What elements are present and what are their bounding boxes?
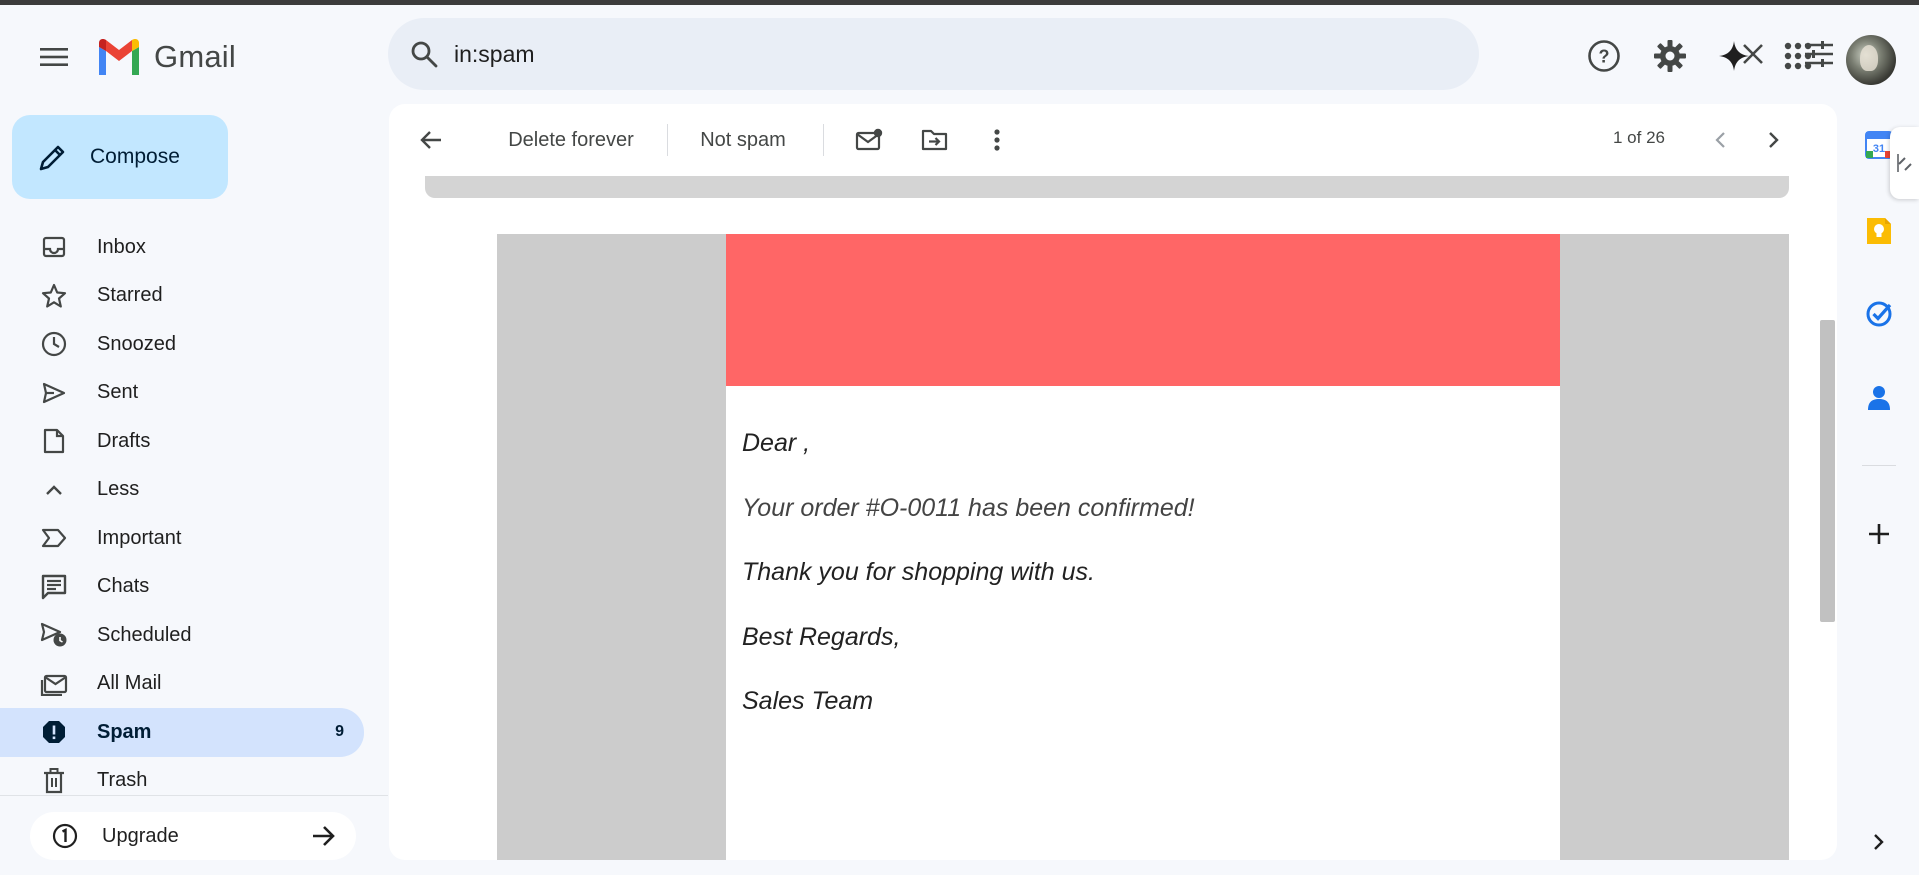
upgrade-label: Upgrade [102, 824, 179, 847]
sidebar-item-snoozed[interactable]: Snoozed [0, 320, 364, 369]
trash-icon [40, 767, 68, 795]
message-toolbar: Delete forever Not spam 1 of 26 [389, 104, 1837, 176]
upgrade-button[interactable]: Upgrade [30, 812, 356, 860]
help-icon[interactable]: ? [1584, 36, 1624, 76]
add-addon-plus-icon[interactable] [1862, 517, 1896, 551]
expand-panel-icon [1896, 154, 1912, 172]
not-spam-button[interactable]: Not spam [690, 120, 796, 160]
account-avatar[interactable] [1846, 35, 1896, 85]
sidebar-item-important[interactable]: Important [0, 514, 364, 563]
sidebar-item-inbox[interactable]: Inbox [0, 223, 364, 272]
sidebar-item-label: Scheduled [97, 623, 192, 646]
spam-icon [40, 718, 68, 746]
inbox-icon [40, 233, 68, 261]
sidebar-item-label: Trash [97, 769, 148, 792]
show-side-panel-chevron-icon[interactable] [1862, 825, 1896, 859]
toolbar-separator [667, 124, 668, 156]
send-icon [40, 379, 68, 407]
delete-forever-button[interactable]: Delete forever [497, 120, 645, 160]
sidebar-divider [0, 795, 388, 796]
pencil-icon [39, 145, 65, 171]
collapsed-header-bar [425, 176, 1789, 198]
clock-icon [40, 330, 68, 358]
apps-grid-icon[interactable] [1778, 36, 1818, 76]
sidebar-item-label: Important [97, 526, 182, 549]
compose-button[interactable]: Compose [12, 115, 228, 199]
sidebar-item-trash[interactable]: Trash [0, 757, 364, 806]
tasks-icon[interactable] [1862, 297, 1896, 331]
pagination-count: 1 of 26 [1613, 128, 1665, 147]
email-content-frame: Dear , Your order #O-0011 has been confi… [497, 234, 1789, 860]
not-spam-label: Not spam [700, 128, 786, 151]
side-panel-toggle[interactable] [1890, 127, 1919, 199]
gmail-logo[interactable]: Gmail [96, 33, 236, 81]
email-signoff: Best Regards, [742, 622, 901, 651]
spam-count-badge: 9 [335, 723, 344, 741]
all-mail-icon [40, 670, 68, 698]
settings-gear-icon[interactable] [1650, 36, 1690, 76]
search-bar[interactable] [388, 18, 1833, 90]
sidebar-item-label: Drafts [97, 429, 151, 452]
sidebar-item-label: Sent [97, 381, 139, 404]
more-options-icon[interactable] [977, 120, 1017, 160]
older-chevron-right-icon[interactable] [1757, 120, 1791, 160]
email-card: Dear , Your order #O-0011 has been confi… [726, 234, 1560, 860]
sidebar-item-label: Starred [97, 284, 163, 307]
scheduled-icon [40, 621, 68, 649]
sidebar-item-starred[interactable]: Starred [0, 272, 364, 321]
move-to-icon[interactable] [915, 120, 955, 160]
star-icon [40, 282, 68, 310]
search-input[interactable] [454, 36, 1314, 72]
sidebar-item-scheduled[interactable]: Scheduled [0, 611, 364, 660]
sidebar-item-chats[interactable]: Chats [0, 563, 364, 612]
rail-divider [1862, 465, 1896, 466]
important-icon [40, 524, 68, 552]
search-icon[interactable] [406, 36, 442, 72]
draft-icon [40, 427, 68, 455]
svg-text:?: ? [1599, 47, 1610, 67]
keep-icon[interactable] [1862, 214, 1896, 248]
sidebar-item-label: All Mail [97, 672, 162, 695]
email-signature: Sales Team [742, 687, 874, 715]
email-thanks-line: Thank you for shopping with us. [742, 558, 1095, 586]
scrollbar-thumb[interactable] [1820, 320, 1835, 622]
gmail-m-icon [99, 39, 139, 75]
header: Gmail ? [0, 5, 1919, 105]
main-menu-icon[interactable] [30, 33, 78, 81]
sidebar-item-sent[interactable]: Sent [0, 369, 364, 418]
arrow-right-icon [310, 822, 338, 850]
email-order-line: Your order #O-0011 has been confirmed! [742, 493, 1195, 522]
sidebar-item-label: Less [97, 478, 140, 501]
delete-forever-label: Delete forever [508, 128, 634, 151]
chevron-up-icon [40, 476, 68, 504]
calendar-day: 31 [1873, 143, 1885, 155]
newer-chevron-left-icon[interactable] [1703, 120, 1737, 160]
sidebar-item-all-mail[interactable]: All Mail [0, 660, 364, 709]
sidebar-item-drafts[interactable]: Drafts [0, 417, 364, 466]
app-name: Gmail [154, 39, 236, 74]
back-arrow-icon[interactable] [411, 120, 451, 160]
sidebar-item-label: Chats [97, 575, 150, 598]
sidebar-item-label: Inbox [97, 235, 146, 258]
gemini-sparkle-icon[interactable] [1714, 36, 1754, 76]
sidebar-item-label: Snoozed [97, 332, 176, 355]
message-view: Delete forever Not spam 1 of 26 Dear , Y… [389, 104, 1837, 860]
sidebar-nav: Inbox Starred Snoozed Sent Drafts Less I… [0, 223, 370, 805]
email-greeting: Dear , [742, 429, 811, 457]
upgrade-info-icon [52, 823, 78, 849]
toolbar-separator [823, 124, 824, 156]
sidebar-item-less[interactable]: Less [0, 466, 364, 515]
sidebar-item-spam[interactable]: Spam 9 [0, 708, 364, 757]
contacts-icon[interactable] [1862, 381, 1896, 415]
compose-label: Compose [90, 145, 180, 168]
email-banner [726, 234, 1560, 386]
email-body: Dear , Your order #O-0011 has been confi… [742, 430, 1542, 753]
mark-unread-icon[interactable] [849, 120, 889, 160]
chat-icon [40, 573, 68, 601]
sidebar-item-label: Spam [97, 720, 152, 743]
